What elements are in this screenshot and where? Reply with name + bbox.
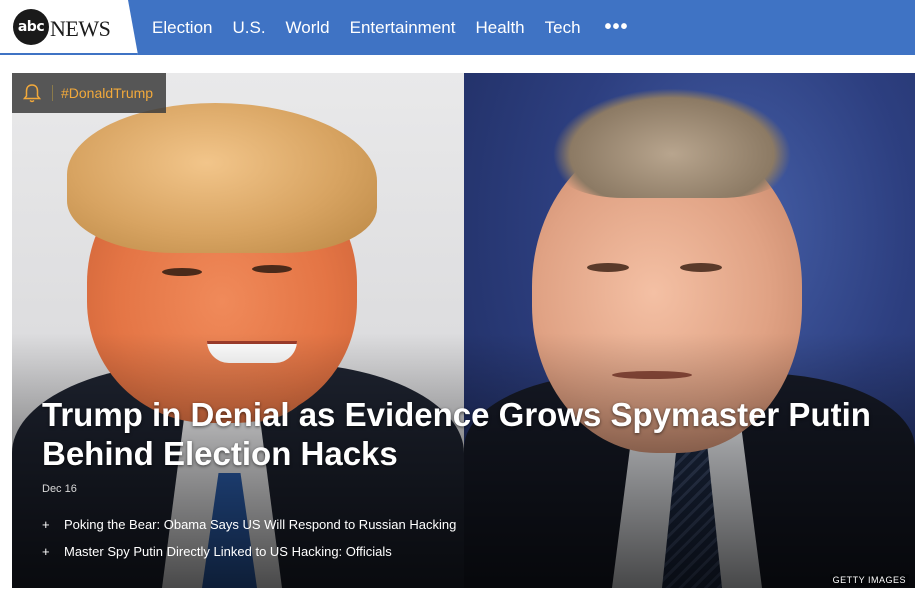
topic-tag[interactable]: #DonaldTrump [12,73,166,113]
portrait-eye [252,265,292,273]
abc-logo-mark: abc [13,9,49,45]
related-links: + Poking the Bear: Obama Says US Will Re… [42,511,456,565]
portrait-eye [162,268,202,276]
portrait-hair [552,88,792,198]
bell-icon[interactable] [12,73,52,113]
story-date: Dec 16 [42,483,77,495]
nav-world[interactable]: World [286,18,330,38]
related-link-text[interactable]: Poking the Bear: Obama Says US Will Resp… [64,517,456,532]
top-nav: abc NEWS Election U.S. World Entertainme… [0,0,915,55]
tag-label[interactable]: #DonaldTrump [61,85,153,101]
logo-wordmark: NEWS [50,16,111,41]
nav-tech[interactable]: Tech [545,18,581,38]
more-menu-button[interactable]: ••• [605,16,629,39]
plus-icon: + [42,544,50,559]
portrait-eye [587,263,629,272]
nav-links: Election U.S. World Entertainment Health… [152,0,629,55]
hero-story[interactable]: #DonaldTrump Trump in Denial as Evidence… [12,73,915,588]
plus-icon: + [42,517,50,532]
nav-entertainment[interactable]: Entertainment [350,18,456,38]
headline-link[interactable]: Trump in Denial as Evidence Grows Spymas… [42,395,902,473]
abc-news-logo[interactable]: abc NEWS [0,0,138,55]
nav-election[interactable]: Election [152,18,212,38]
nav-health[interactable]: Health [475,18,524,38]
related-link-text[interactable]: Master Spy Putin Directly Linked to US H… [64,544,392,559]
portrait-eye [680,263,722,272]
nav-us[interactable]: U.S. [232,18,265,38]
related-link[interactable]: + Master Spy Putin Directly Linked to US… [42,538,456,565]
image-credit: GETTY IMAGES [829,574,909,586]
tag-divider [52,85,53,101]
portrait-hair [67,103,377,253]
related-link[interactable]: + Poking the Bear: Obama Says US Will Re… [42,511,456,538]
